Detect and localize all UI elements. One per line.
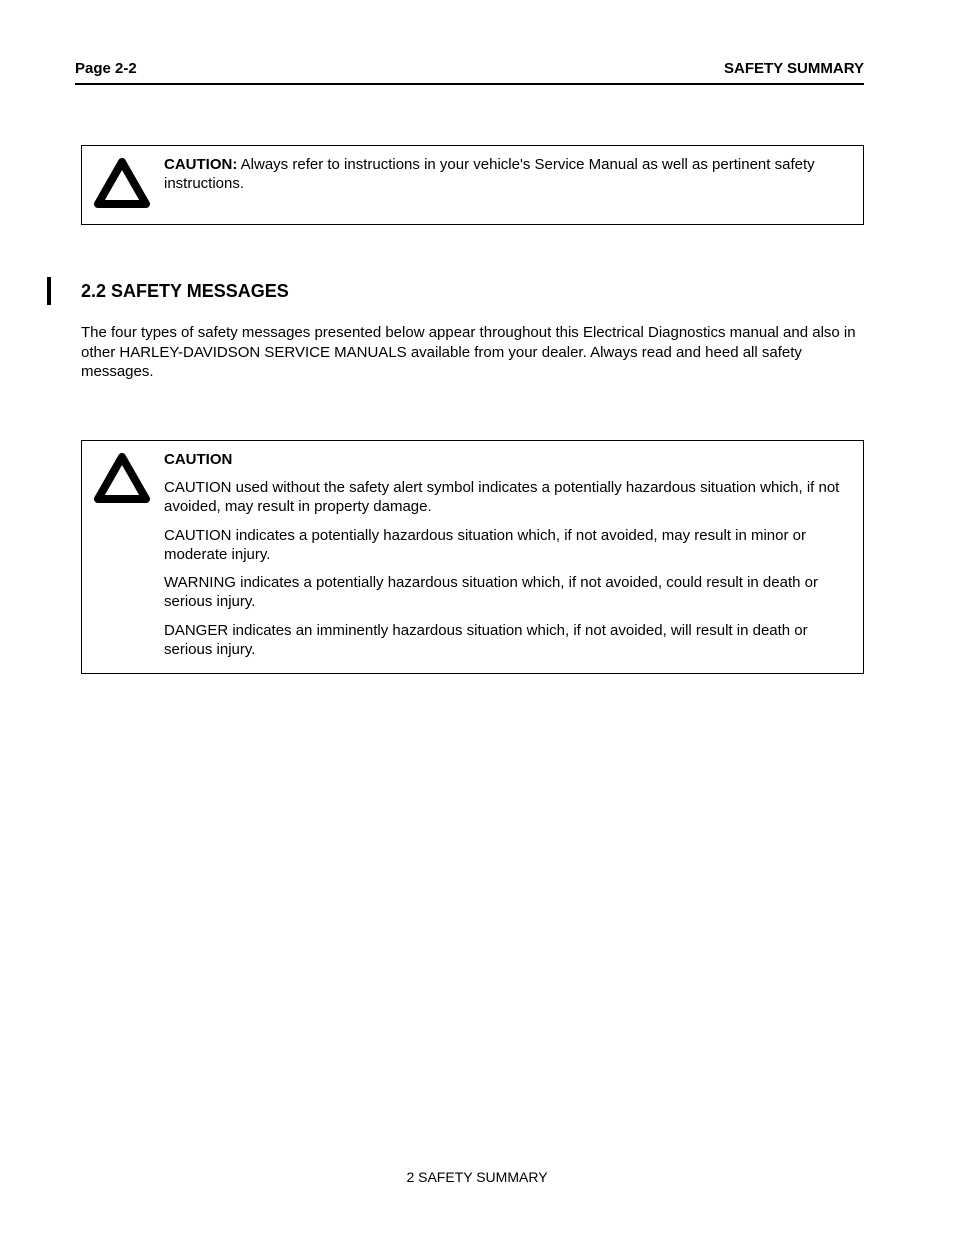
caution-1-label: CAUTION: (164, 156, 237, 173)
caution-1-body: Always refer to instructions in your veh… (164, 156, 815, 192)
intro-paragraph: The four types of safety messages presen… (81, 323, 864, 382)
caution-box-2: CAUTION CAUTION used without the safety … (81, 440, 864, 675)
caution-2-label: CAUTION (164, 451, 232, 468)
section-label: SAFETY SUMMARY (724, 60, 864, 77)
warning-triangle-icon (94, 158, 150, 210)
page-label: Page 2-2 (75, 60, 137, 77)
caution-2-p1: CAUTION used without the safety alert sy… (164, 479, 845, 517)
section-heading: 2.2 SAFETY MESSAGES (81, 281, 289, 302)
change-bar (47, 277, 51, 305)
warning-triangle-icon (94, 453, 150, 505)
footer-text: 2 SAFETY SUMMARY (0, 1169, 954, 1185)
caution-2-p2: CAUTION indicates a potentially hazardou… (164, 527, 845, 565)
header-rule (75, 83, 864, 85)
caution-2-p4: DANGER indicates an imminently hazardous… (164, 622, 845, 660)
caution-2-content: CAUTION CAUTION used without the safety … (164, 451, 845, 660)
caution-box-1: CAUTION: Always refer to instructions in… (81, 145, 864, 225)
caution-2-p3: WARNING indicates a potentially hazardou… (164, 574, 845, 612)
caution-1-text: CAUTION: Always refer to instructions in… (164, 156, 845, 194)
